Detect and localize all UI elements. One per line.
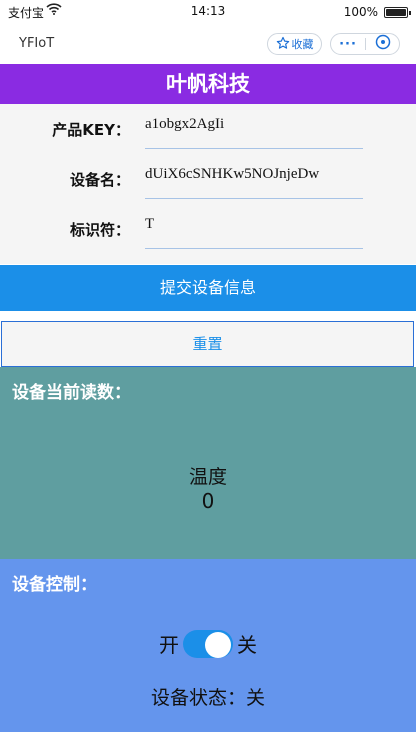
favorite-label: 收藏 — [291, 38, 314, 51]
control-panel: 设备控制： 开 关 设备状态：关 — [0, 559, 416, 732]
app-nav-bar: YFIoT 收藏 ··· — [0, 22, 416, 64]
product-key-row: 产品KEY： a1obgx2AgIi — [0, 104, 416, 154]
product-key-label: 产品KEY： — [52, 121, 130, 139]
mini-app-capsule: ··· — [330, 33, 400, 55]
power-toggle[interactable] — [183, 629, 233, 658]
star-icon — [276, 36, 290, 53]
device-status-label: 设备状态： — [150, 687, 246, 709]
readings-panel: 设备当前读数： 温度 0 — [0, 367, 416, 559]
device-status-value: 关 — [246, 687, 266, 709]
product-key-input[interactable]: a1obgx2AgIi — [145, 116, 363, 149]
submit-button[interactable]: 提交设备信息 — [0, 265, 416, 311]
identifier-input[interactable]: T — [145, 216, 363, 249]
favorite-button[interactable]: 收藏 — [267, 33, 322, 55]
status-bar: 支付宝 14:13 100% — [0, 0, 416, 22]
device-form: 产品KEY： a1obgx2AgIi 设备名： dUiX6cSNHKw5NOJn… — [0, 104, 416, 264]
temperature-value: 0 — [201, 489, 215, 513]
control-title: 设备控制： — [12, 575, 97, 595]
device-status: 设备状态：关 — [0, 683, 416, 710]
identifier-label: 标识符： — [69, 221, 130, 239]
close-circle-icon — [375, 34, 391, 54]
switch-on-label: 开 — [159, 633, 179, 657]
switch-off-label: 关 — [237, 633, 257, 657]
toggle-knob — [205, 631, 231, 658]
battery-percent: 100% — [343, 5, 378, 19]
temperature-label: 温度 — [188, 466, 227, 488]
identifier-row: 标识符： T — [0, 204, 416, 254]
device-name-input[interactable]: dUiX6cSNHKw5NOJnjeDw — [145, 166, 363, 199]
page-title: 叶帆科技 — [0, 64, 416, 104]
more-button[interactable]: ··· — [331, 37, 365, 52]
reset-button[interactable]: 重置 — [1, 321, 414, 367]
device-name-label: 设备名： — [69, 171, 130, 189]
readings-title: 设备当前读数： — [12, 383, 131, 403]
switch-row: 开 关 — [0, 629, 416, 658]
battery-icon — [384, 7, 411, 18]
app-title: YFIoT — [19, 36, 55, 51]
close-button[interactable] — [366, 34, 399, 54]
device-name-row: 设备名： dUiX6cSNHKw5NOJnjeDw — [0, 154, 416, 204]
